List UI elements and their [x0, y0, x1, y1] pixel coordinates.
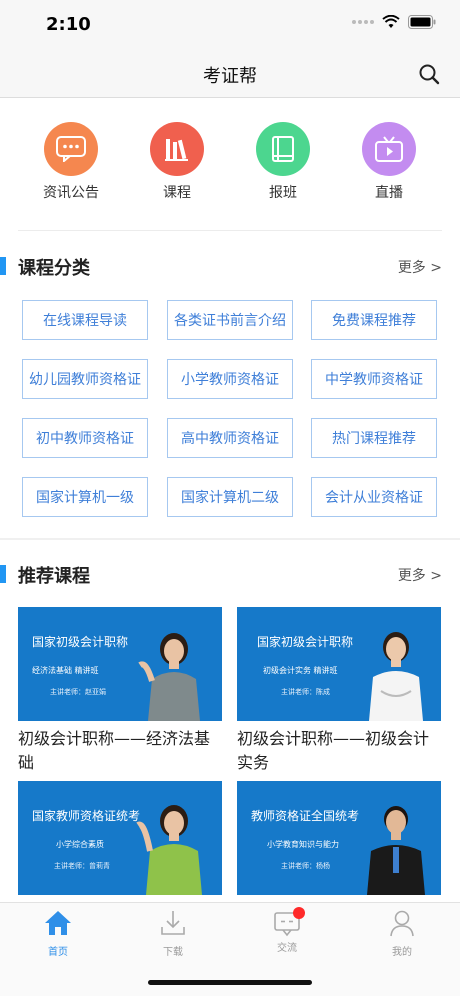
message-icon [273, 907, 305, 937]
notebook-icon [256, 122, 310, 176]
course-card[interactable]: 国家教师资格证统考 小学综合素质 主讲老师：曾莉青 [18, 781, 222, 895]
course-title: 初级会计职称——经济法基础 [18, 729, 211, 772]
tab-download[interactable]: 下载 [133, 909, 213, 958]
quick-menu: 资讯公告 课程 报班 直播 [0, 98, 460, 230]
quick-item-label: 报班 [269, 185, 297, 201]
course-card[interactable]: 国家初级会计职称 初级会计实务 精讲班 主讲老师：陈成 初级会计职称——初级会计… [237, 607, 441, 775]
page-title: 考证帮 [203, 66, 257, 87]
books-icon [150, 122, 204, 176]
category-button[interactable]: 高中教师资格证 [167, 418, 293, 458]
quick-item-live[interactable]: 直播 [344, 122, 434, 202]
category-button[interactable]: 国家计算机二级 [167, 477, 293, 517]
category-button[interactable]: 在线课程导读 [22, 300, 148, 340]
section-title: 课程分类 [18, 258, 90, 279]
tab-label: 首页 [48, 947, 68, 958]
tab-label: 我的 [392, 947, 412, 958]
home-icon [45, 911, 71, 935]
divider [18, 230, 442, 231]
category-button[interactable]: 初中教师资格证 [22, 418, 148, 458]
section-accent-bar [0, 257, 6, 275]
teacher-photo [138, 633, 200, 721]
tab-home[interactable]: 首页 [18, 909, 98, 958]
tab-community[interactable]: 交流 [247, 907, 327, 954]
course-card[interactable]: 教师资格证全国统考 小学教育知识与能力 主讲老师：杨杨 [237, 781, 441, 895]
more-link[interactable]: 更多 > [398, 257, 442, 277]
user-icon [390, 910, 414, 937]
tab-label: 下载 [163, 947, 183, 958]
course-thumbnail: 国家教师资格证统考 小学综合素质 主讲老师：曾莉青 [18, 781, 222, 895]
notification-badge [293, 907, 305, 919]
thumb-subtitle: 小学综合素质 [56, 840, 104, 849]
thumb-title: 国家初级会计职称 [32, 635, 129, 649]
more-link[interactable]: 更多 > [398, 565, 442, 585]
quick-item-label: 课程 [163, 185, 191, 201]
quick-item-course[interactable]: 课程 [132, 122, 222, 202]
thumb-subtitle: 初级会计实务 精讲班 [263, 666, 338, 675]
quick-item-label: 直播 [375, 185, 403, 201]
course-thumbnail: 国家初级会计职称 初级会计实务 精讲班 主讲老师：陈成 [237, 607, 441, 721]
search-icon[interactable] [418, 63, 440, 85]
signal-icon [352, 20, 374, 24]
thumb-title: 国家教师资格证统考 [32, 809, 141, 823]
category-button[interactable]: 国家计算机一级 [22, 477, 148, 517]
thumb-teacher: 主讲老师：杨杨 [281, 862, 330, 870]
category-button[interactable]: 中学教师资格证 [311, 359, 437, 399]
course-card[interactable]: 国家初级会计职称 经济法基础 精讲班 主讲老师：赵亚娟 初级会计职称——经济法基… [18, 607, 222, 775]
thumb-subtitle: 经济法基础 精讲班 [32, 666, 99, 675]
download-icon [161, 911, 185, 935]
section-header-categories: 课程分类 更多 > [0, 252, 460, 282]
thumb-title: 教师资格证全国统考 [251, 809, 360, 823]
status-icons [352, 15, 436, 29]
category-button[interactable]: 热门课程推荐 [311, 418, 437, 458]
category-button[interactable]: 小学教师资格证 [167, 359, 293, 399]
nav-bar: 考证帮 [0, 50, 460, 98]
course-thumbnail: 国家初级会计职称 经济法基础 精讲班 主讲老师：赵亚娟 [18, 607, 222, 721]
teacher-photo [136, 805, 202, 895]
course-title: 初级会计职称——初级会计实务 [237, 729, 430, 772]
category-button[interactable]: 幼儿园教师资格证 [22, 359, 148, 399]
category-button[interactable]: 会计从业资格证 [311, 477, 437, 517]
teacher-photo [369, 632, 423, 721]
thumb-title: 国家初级会计职称 [257, 635, 354, 649]
tv-icon [362, 122, 416, 176]
section-header-recommended: 推荐课程 更多 > [0, 560, 460, 590]
tab-profile[interactable]: 我的 [362, 909, 442, 958]
status-bar: 2:10 [0, 0, 460, 50]
section-divider [0, 538, 460, 540]
thumb-teacher: 主讲老师：赵亚娟 [50, 688, 106, 696]
section-accent-bar [0, 565, 6, 583]
quick-item-news[interactable]: 资讯公告 [26, 122, 116, 202]
teacher-photo [367, 806, 425, 895]
thumb-teacher: 主讲老师：曾莉青 [54, 862, 110, 870]
thumb-teacher: 主讲老师：陈成 [281, 688, 330, 696]
section-title: 推荐课程 [18, 566, 90, 587]
wifi-icon [382, 15, 400, 28]
tab-label: 交流 [277, 943, 297, 954]
home-indicator [148, 980, 312, 985]
quick-item-label: 资讯公告 [43, 185, 99, 201]
course-thumbnail: 教师资格证全国统考 小学教育知识与能力 主讲老师：杨杨 [237, 781, 441, 895]
quick-item-class[interactable]: 报班 [238, 122, 328, 202]
status-time: 2:10 [46, 14, 91, 35]
chat-bubble-icon [44, 122, 98, 176]
battery-icon [408, 15, 436, 29]
category-button[interactable]: 免费课程推荐 [311, 300, 437, 340]
thumb-subtitle: 小学教育知识与能力 [267, 840, 339, 849]
category-button[interactable]: 各类证书前言介绍 [167, 300, 293, 340]
